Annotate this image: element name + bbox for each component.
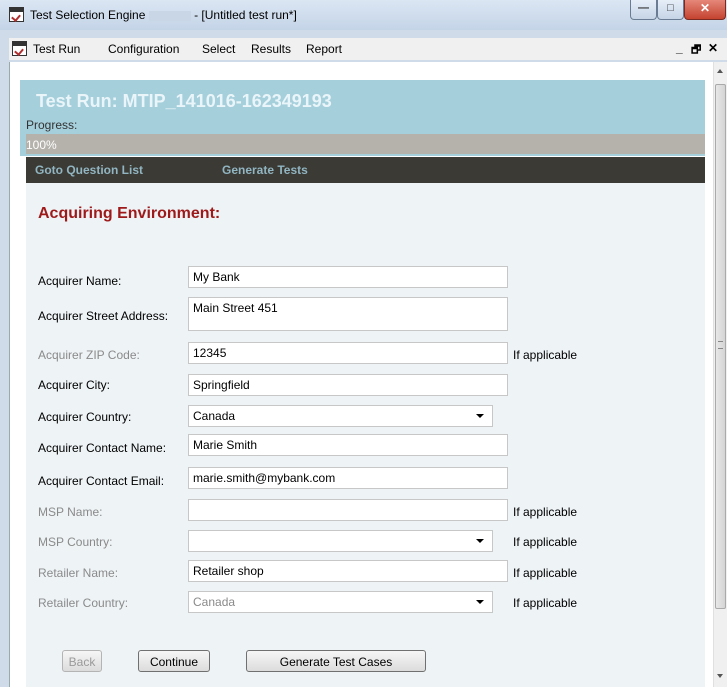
retailer-country-value: Canada <box>193 595 236 609</box>
retailer-country-label: Retailer Country: <box>38 596 129 610</box>
window-title: Test Selection Engine - [Untitled test r… <box>30 8 297 22</box>
vertical-scrollbar[interactable] <box>713 62 727 687</box>
minimize-button[interactable]: — <box>630 0 657 20</box>
action-nav: Goto Question List Generate Tests <box>26 157 705 183</box>
retailer-name-label: Retailer Name: <box>38 566 119 580</box>
msp-name-input[interactable] <box>188 499 508 521</box>
acquirer-country-value: Canada <box>193 409 236 423</box>
msp-country-select[interactable] <box>188 530 493 552</box>
close-icon: ✕ <box>699 1 711 15</box>
acquirer-name-label: Acquirer Name: <box>38 274 122 288</box>
minimize-icon: — <box>638 2 649 14</box>
maximize-button[interactable]: □ <box>657 0 684 20</box>
scroll-thumb[interactable] <box>715 84 726 609</box>
acquirer-country-label: Acquirer Country: <box>38 410 132 424</box>
contact-name-input[interactable]: Marie Smith <box>188 434 508 456</box>
msp-name-if-applicable: If applicable <box>513 505 578 519</box>
retailer-country-select[interactable]: Canada <box>188 591 493 613</box>
chevron-down-icon <box>476 539 484 543</box>
msp-country-if-applicable: If applicable <box>513 535 578 549</box>
document-icon[interactable] <box>12 41 27 56</box>
maximize-icon: □ <box>667 2 674 14</box>
mdi-close-icon[interactable]: ✕ <box>708 41 718 55</box>
menu-results[interactable]: Results <box>251 42 291 56</box>
form-panel: Acquiring Environment: Acquirer Name: My… <box>26 183 705 687</box>
grip-icon <box>718 341 723 349</box>
progress-text: 100% <box>26 138 57 152</box>
acquirer-zip-input[interactable]: 12345 <box>188 342 508 364</box>
retailer-name-input[interactable]: Retailer shop <box>188 560 508 582</box>
chevron-down-icon <box>476 414 484 418</box>
mdi-minimize-icon[interactable]: _ <box>676 41 683 55</box>
acquirer-zip-label: Acquirer ZIP Code: <box>38 348 140 362</box>
msp-country-label: MSP Country: <box>38 535 113 549</box>
scroll-up-icon[interactable] <box>717 69 723 73</box>
goto-question-list-link[interactable]: Goto Question List <box>35 163 143 177</box>
menu-test-run[interactable]: Test Run <box>33 42 80 56</box>
acquirer-city-label: Acquirer City: <box>38 378 111 392</box>
menu-configuration[interactable]: Configuration <box>108 42 179 56</box>
generate-test-cases-button[interactable]: Generate Test Cases <box>246 650 426 672</box>
acquirer-city-input[interactable]: Springfield <box>188 374 508 396</box>
title-bar: Test Selection Engine - [Untitled test r… <box>0 0 727 30</box>
continue-button[interactable]: Continue <box>138 650 210 672</box>
run-title: Test Run: MTIP_141016-162349193 <box>36 91 332 111</box>
section-title: Acquiring Environment: <box>38 205 221 222</box>
menu-select[interactable]: Select <box>202 42 235 56</box>
menu-bar: Test Run Configuration Select Results Re… <box>9 38 727 60</box>
window-title-prefix: Test Selection Engine <box>30 8 146 22</box>
back-button[interactable]: Back <box>62 650 102 672</box>
run-header: Test Run: MTIP_141016-162349193 Progress… <box>20 80 705 156</box>
menu-report[interactable]: Report <box>306 42 342 56</box>
application-window: Test Selection Engine - [Untitled test r… <box>0 0 727 687</box>
zip-if-applicable: If applicable <box>513 348 578 362</box>
acquirer-street-label: Acquirer Street Address: <box>38 309 169 323</box>
contact-name-label: Acquirer Contact Name: <box>38 441 167 455</box>
title-redaction <box>148 10 191 21</box>
window-title-suffix: - [Untitled test run*] <box>194 8 297 22</box>
retailer-country-if-applicable: If applicable <box>513 596 578 610</box>
msp-name-label: MSP Name: <box>38 505 103 519</box>
contact-email-input[interactable]: marie.smith@mybank.com <box>188 467 508 489</box>
close-button[interactable]: ✕ <box>684 0 726 20</box>
scroll-down-icon[interactable] <box>717 674 723 678</box>
progress-bar: 100% <box>26 134 705 154</box>
mdi-restore-icon[interactable]: 🗗 <box>691 41 701 60</box>
acquirer-country-select[interactable]: Canada <box>188 405 493 427</box>
chevron-down-icon <box>476 600 484 604</box>
retailer-name-if-applicable: If applicable <box>513 566 578 580</box>
acquirer-name-input[interactable]: My Bank <box>188 266 508 288</box>
acquirer-street-input[interactable]: Main Street 451 <box>188 297 508 331</box>
generate-tests-link[interactable]: Generate Tests <box>222 163 308 177</box>
contact-email-label: Acquirer Contact Email: <box>38 474 165 488</box>
app-icon <box>9 7 24 22</box>
progress-label: Progress: <box>26 118 78 132</box>
progress-fill <box>26 134 705 154</box>
